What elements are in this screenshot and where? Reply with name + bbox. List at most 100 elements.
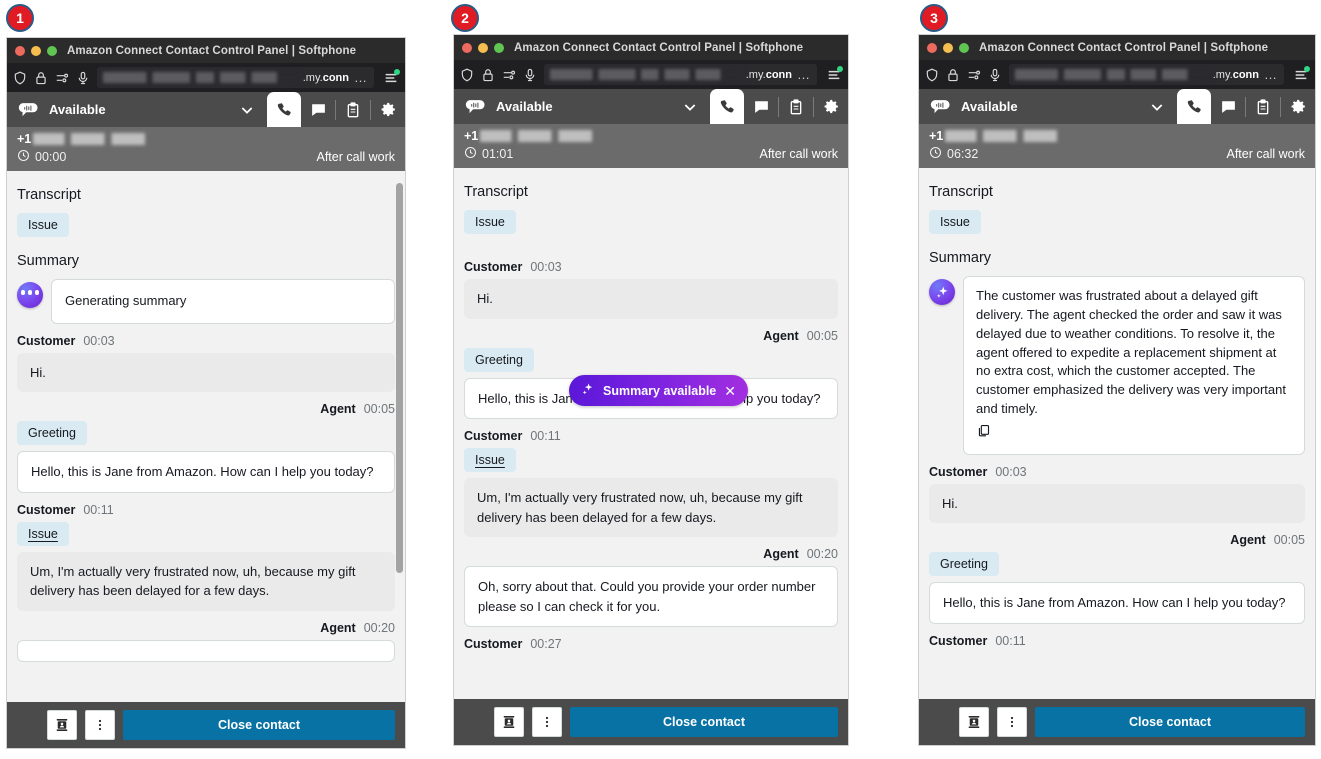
tab-settings[interactable]: [814, 89, 848, 124]
window-controls[interactable]: [15, 45, 57, 56]
call-timer-value: 06:32: [947, 147, 979, 161]
title-bar: Amazon Connect Contact Control Panel | S…: [454, 35, 848, 60]
message-tag: Issue: [17, 521, 69, 546]
address-bar-input[interactable]: .my.conn …: [1009, 64, 1284, 85]
shield-icon[interactable]: [13, 71, 27, 85]
scrollbar-thumb[interactable]: [396, 183, 403, 573]
tab-phone[interactable]: [267, 92, 301, 127]
ccp-status-bar: Available: [454, 89, 848, 124]
tab-chat[interactable]: [744, 89, 778, 124]
menu-update-badge: [394, 68, 400, 75]
contact-header: +1 00:00 After call work: [7, 127, 405, 171]
hamburger-menu-icon[interactable]: [1293, 65, 1310, 83]
maximize-window-button[interactable]: [494, 42, 504, 53]
agent-status-selector[interactable]: Available: [454, 89, 682, 124]
address-bar-input[interactable]: .my.conn …: [544, 64, 817, 85]
tab-settings[interactable]: [1281, 89, 1315, 124]
agent-status-label: Available: [496, 99, 553, 114]
speaker-name: Agent: [763, 328, 799, 343]
message-speaker: Agent 00:05: [17, 402, 395, 416]
microphone-icon[interactable]: [988, 68, 1002, 82]
agent-status-selector[interactable]: Available: [919, 89, 1149, 124]
message-bubble-partial: [17, 639, 395, 662]
sliders-icon[interactable]: [502, 68, 516, 82]
more-vertical-icon[interactable]: [997, 707, 1027, 737]
shield-icon[interactable]: [460, 68, 474, 82]
message-tag: Greeting: [929, 552, 999, 577]
call-timer: 00:00: [17, 149, 66, 165]
tab-phone[interactable]: [1177, 89, 1211, 124]
tab-settings[interactable]: [371, 92, 405, 127]
tab-chat[interactable]: [1211, 89, 1245, 124]
close-window-button[interactable]: [15, 45, 25, 56]
tab-tasks[interactable]: [1246, 89, 1280, 124]
message-speaker: Customer 00:11: [929, 634, 1305, 648]
sparkle-icon: [581, 382, 595, 399]
lock-icon[interactable]: [34, 71, 48, 85]
agent-status-selector[interactable]: Available: [7, 92, 239, 127]
tab-tasks[interactable]: [779, 89, 813, 124]
chevron-down-icon[interactable]: [1149, 89, 1165, 124]
contact-header: +1 01:01 After call work: [454, 124, 848, 168]
ccp-window-1: Amazon Connect Contact Control Panel | S…: [6, 37, 406, 749]
transcript-scrollbar[interactable]: [396, 177, 403, 698]
call-timer-value: 00:00: [35, 150, 67, 164]
summary-block: The customer was frustrated about a dela…: [929, 276, 1305, 455]
microphone-icon[interactable]: [523, 68, 537, 82]
amazon-connect-logo-icon: [464, 97, 486, 117]
close-contact-label: Close contact: [663, 715, 745, 729]
message-tag-row: Issue: [17, 521, 395, 546]
ccp-footer: Close contact: [7, 702, 405, 748]
window-controls[interactable]: [462, 42, 504, 53]
minimize-window-button[interactable]: [478, 42, 488, 53]
more-vertical-icon[interactable]: [85, 710, 115, 740]
maximize-window-button[interactable]: [47, 45, 57, 56]
close-window-button[interactable]: [927, 42, 937, 53]
agent-status-label: Available: [49, 102, 106, 117]
minimize-window-button[interactable]: [943, 42, 953, 53]
clock-icon: [464, 146, 477, 162]
speaker-timestamp: 00:27: [530, 637, 562, 651]
speaker-name: Customer: [464, 637, 523, 651]
sliders-icon[interactable]: [55, 71, 69, 85]
contact-card-icon[interactable]: [959, 707, 989, 737]
chevron-down-icon[interactable]: [239, 92, 255, 127]
hamburger-menu-icon[interactable]: [383, 68, 400, 86]
more-vertical-icon[interactable]: [532, 707, 562, 737]
tab-tasks[interactable]: [336, 92, 370, 127]
message-speaker: Agent 00:20: [17, 621, 395, 635]
speaker-timestamp: 00:03: [83, 333, 115, 348]
summary-available-toast[interactable]: Summary available ✕: [569, 375, 748, 406]
transcript-heading: Transcript: [17, 187, 81, 203]
close-contact-button[interactable]: Close contact: [1035, 707, 1305, 737]
hamburger-menu-icon[interactable]: [826, 65, 843, 83]
copy-icon[interactable]: [976, 423, 1292, 444]
shield-icon[interactable]: [925, 68, 939, 82]
lock-icon[interactable]: [481, 68, 495, 82]
sliders-icon[interactable]: [967, 68, 981, 82]
chevron-down-icon[interactable]: [682, 89, 698, 124]
speaker-timestamp: 00:05: [363, 402, 395, 417]
contact-card-icon[interactable]: [47, 710, 77, 740]
tab-phone[interactable]: [710, 89, 744, 124]
message-bubble: Hello, this is Jane from Amazon. How can…: [929, 582, 1305, 624]
microphone-icon[interactable]: [76, 71, 90, 85]
ccp-tab-bar: [710, 89, 848, 124]
window-controls[interactable]: [927, 42, 969, 53]
contact-card-icon[interactable]: [494, 707, 524, 737]
lock-icon[interactable]: [946, 68, 960, 82]
close-contact-button[interactable]: Close contact: [570, 707, 838, 737]
step-badge-number: 3: [930, 10, 938, 26]
speaker-name: Customer: [929, 633, 988, 648]
url-text: .my.conn: [302, 71, 349, 84]
close-contact-button[interactable]: Close contact: [123, 710, 395, 740]
close-window-button[interactable]: [462, 42, 472, 53]
maximize-window-button[interactable]: [959, 42, 969, 53]
ccp-status-bar: Available: [919, 89, 1315, 124]
minimize-window-button[interactable]: [31, 45, 41, 56]
call-timer: 01:01: [464, 146, 513, 162]
close-icon[interactable]: ✕: [724, 384, 736, 398]
tab-chat[interactable]: [301, 92, 335, 127]
message-bubble: Um, I'm actually very frustrated now, uh…: [17, 551, 395, 611]
address-bar-input[interactable]: .my.conn …: [97, 67, 374, 88]
